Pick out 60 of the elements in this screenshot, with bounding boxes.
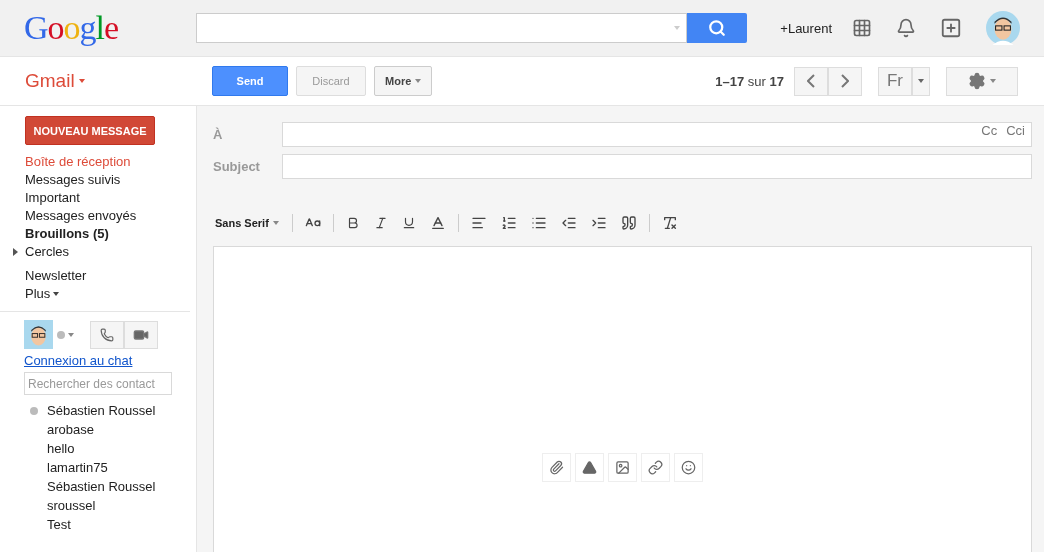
chevron-left-icon xyxy=(806,74,815,88)
video-button[interactable] xyxy=(124,320,158,349)
bell-icon[interactable] xyxy=(896,18,916,38)
contact-name[interactable]: Test xyxy=(47,515,71,534)
settings-icon xyxy=(968,72,986,90)
folder-link[interactable]: Brouillons (5) xyxy=(0,225,109,243)
link-button[interactable] xyxy=(641,453,670,482)
search-button[interactable] xyxy=(687,13,747,43)
image-icon xyxy=(615,460,630,475)
search-field[interactable] xyxy=(196,13,687,43)
to-label: À xyxy=(213,127,224,142)
contact-search-field[interactable]: Rechercher des contact xyxy=(24,372,172,395)
photo-button[interactable] xyxy=(608,453,637,482)
attach-button[interactable] xyxy=(542,453,571,482)
status-menu[interactable] xyxy=(57,330,74,339)
emoji-button[interactable] xyxy=(674,453,703,482)
language-button[interactable]: Fr xyxy=(877,66,912,96)
contact-name[interactable]: sroussel xyxy=(47,496,96,515)
subject-field[interactable] xyxy=(282,154,1032,179)
gmail-menu[interactable]: Gmail xyxy=(0,70,212,92)
contact-name[interactable]: Sébastien Roussel xyxy=(47,401,156,420)
contact-name[interactable]: lamartin75 xyxy=(47,458,108,477)
user-link[interactable]: +Laurent xyxy=(780,20,832,36)
drive-button[interactable] xyxy=(575,453,604,482)
folder-link[interactable]: Messages suivis xyxy=(0,171,121,189)
language-caret-button[interactable] xyxy=(912,66,930,96)
folder-link[interactable]: Messages envoyés xyxy=(0,207,137,225)
settings-button[interactable] xyxy=(946,66,1018,96)
next-button[interactable] xyxy=(827,66,862,96)
phone-icon xyxy=(100,327,114,342)
contact-name[interactable]: hello xyxy=(47,439,75,458)
folder-link[interactable]: Plus xyxy=(0,285,60,303)
link-icon xyxy=(648,460,663,475)
font-select[interactable]: Sans Serif xyxy=(213,217,285,229)
google-logo[interactable]: Google xyxy=(0,9,196,47)
smiley-icon xyxy=(681,460,696,475)
add-box-icon[interactable] xyxy=(940,17,962,39)
chat-login-link[interactable]: Connexion au chat xyxy=(24,353,133,368)
paperclip-icon xyxy=(549,460,564,475)
folder-link[interactable]: Cercles xyxy=(0,243,70,261)
cc-link: Cc xyxy=(981,123,998,138)
contact-name[interactable]: Sébastien Roussel xyxy=(47,477,156,496)
chevron-right-icon xyxy=(840,74,849,88)
bcc-link: Cci xyxy=(1006,123,1025,138)
contact-name[interactable]: arobase xyxy=(47,420,94,439)
compose-button[interactable]: NOUVEAU MESSAGE xyxy=(25,116,155,145)
previous-button[interactable] xyxy=(793,66,828,96)
folder-link[interactable]: Newsletter xyxy=(0,267,87,285)
apps-grid-icon[interactable] xyxy=(852,18,872,38)
triangle-icon xyxy=(582,460,597,475)
avatar-icon xyxy=(986,11,1020,45)
more-button[interactable]: More xyxy=(374,66,433,96)
folder-link[interactable]: Important xyxy=(0,189,80,207)
avatar-icon xyxy=(24,320,53,349)
call-button[interactable] xyxy=(90,320,124,349)
search-icon xyxy=(708,19,726,37)
subject-label: Subject xyxy=(213,159,261,174)
page-count: 1–17 sur 17 xyxy=(715,73,784,89)
folder-link[interactable]: Boîte de réception xyxy=(0,153,131,171)
to-field[interactable]: Cc Cci xyxy=(282,122,1032,147)
